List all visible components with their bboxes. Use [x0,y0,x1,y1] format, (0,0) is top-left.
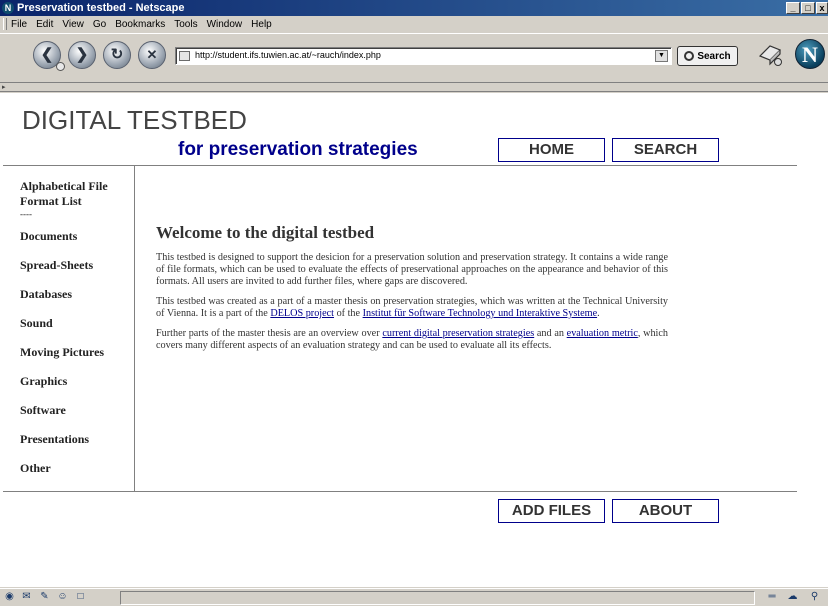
home-button[interactable]: HOME [498,138,605,162]
url-text[interactable]: http://student.ifs.tuwien.ac.at/~rauch/i… [195,50,381,60]
menu-bar: File Edit View Go Bookmarks Tools Window… [0,16,828,32]
forward-arrow-icon[interactable]: ❯ [68,41,96,69]
thesis-paragraph: This testbed was created as a part of a … [156,296,668,320]
search-icon [684,51,695,61]
navigator-icon[interactable]: ◉ [3,591,16,603]
status-bar: ◉ ✉ ✎ ☺ □ ═ ☁ ⚲ [0,588,828,606]
menu-window[interactable]: Window [207,19,243,30]
close-button[interactable]: x [816,2,828,14]
title-bar: N Preservation testbed - Netscape [0,0,828,16]
address-book-icon[interactable]: ☺ [56,591,69,603]
site-brand: DIGITAL TESTBED [22,105,247,135]
menu-view[interactable]: View [62,19,84,30]
netscape-logo: N [795,39,825,69]
paragraph-text: Further parts of the master thesis are a… [156,328,383,339]
page-icon [179,51,190,61]
sidebar-item-label: Format List [20,194,82,208]
connection-icon: ═ [768,591,776,602]
security-lock-icon: ⚲ [810,591,819,602]
back-arrow-icon[interactable]: ❮ [33,41,65,71]
search-page-button[interactable]: SEARCH [612,138,719,162]
paragraph-text: and an [534,328,567,339]
mail-icon[interactable]: ✉ [20,591,33,603]
menu-file[interactable]: File [11,19,27,30]
menu-tools[interactable]: Tools [174,19,197,30]
sidebar-item-alphabetical-list[interactable]: Alphabetical File Format List [20,179,108,209]
main-article: Welcome to the digital testbed This test… [156,223,668,360]
print-icon[interactable] [756,42,784,66]
chat-icon[interactable]: □ [74,591,87,603]
footer-divider [3,491,797,492]
sidebar-item-databases[interactable]: Databases [20,287,72,302]
sidebar-divider [134,165,135,492]
page-heading: Welcome to the digital testbed [156,223,375,242]
status-text [120,591,755,605]
url-dropdown-icon[interactable]: ▼ [655,50,668,62]
composer-icon[interactable]: ✎ [38,591,51,603]
page-content: DIGITAL TESTBED for preservation strateg… [0,93,828,587]
evaluation-metric-link[interactable]: evaluation metric [567,328,638,339]
browser-window: N Preservation testbed - Netscape _ □ x … [0,0,828,606]
further-parts-paragraph: Further parts of the master thesis are a… [156,328,668,352]
institute-link[interactable]: Institut für Software Technology und Int… [363,308,598,319]
sidebar-separator: ---- [20,209,32,219]
sidebar-item-spread-sheets[interactable]: Spread-Sheets [20,258,93,273]
sidebar-item-moving-pictures[interactable]: Moving Pictures [20,345,104,360]
menu-help[interactable]: Help [251,19,272,30]
intro-paragraph: This testbed is designed to support the … [156,252,668,287]
site-subtitle: for preservation strategies [178,139,418,160]
menu-bookmarks[interactable]: Bookmarks [115,19,165,30]
url-field[interactable]: http://student.ifs.tuwien.ac.at/~rauch/i… [175,47,672,65]
netscape-icon: N [2,2,14,14]
menu-go[interactable]: Go [93,19,106,30]
header-divider [3,165,797,166]
sidebar-item-presentations[interactable]: Presentations [20,432,89,447]
reload-icon[interactable]: ↻ [103,41,131,69]
sidebar-item-software[interactable]: Software [20,403,66,418]
sidebar-item-sound[interactable]: Sound [20,316,53,331]
sidebar-item-label: Alphabetical File [20,179,108,193]
back-history-dropdown[interactable] [56,62,65,71]
add-files-button[interactable]: ADD FILES [498,499,605,523]
popup-icon: ☁ [787,591,798,602]
delos-project-link[interactable]: DELOS project [270,308,334,319]
maximize-button[interactable]: □ [801,2,815,14]
sidebar-item-documents[interactable]: Documents [20,229,77,244]
sidebar-item-other[interactable]: Other [20,461,51,476]
search-button-label: Search [697,50,731,62]
sidebar-item-graphics[interactable]: Graphics [20,374,67,389]
strategies-link[interactable]: current digital preservation strategies [382,328,534,339]
stop-icon[interactable]: ✕ [138,41,166,69]
menu-edit[interactable]: Edit [36,19,53,30]
search-button[interactable]: Search [677,46,738,66]
navigation-toolbar: ❮ ❯ ↻ ✕ http://student.ifs.tuwien.ac.at/… [0,33,828,83]
toolbar-grip[interactable] [3,18,7,30]
minimize-button[interactable]: _ [786,2,800,14]
paragraph-text: . [597,308,600,319]
about-button[interactable]: ABOUT [612,499,719,523]
personal-toolbar[interactable]: ▸ [0,84,828,92]
paragraph-text: of the [334,308,363,319]
window-title: Preservation testbed - Netscape [17,2,185,14]
